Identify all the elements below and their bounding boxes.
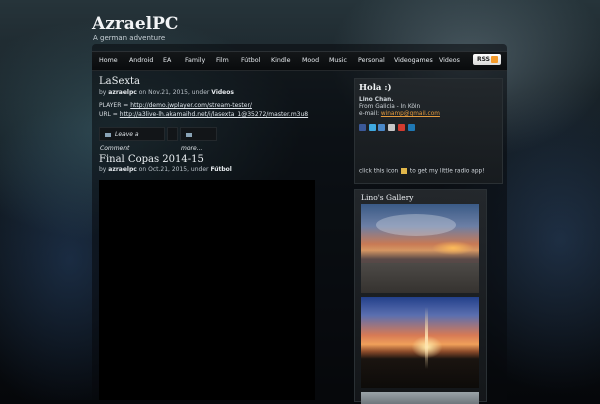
nav-item-personal[interactable]: Personal <box>358 57 385 64</box>
more-label: more... <box>181 145 203 152</box>
gallery-photo-third[interactable] <box>361 392 479 404</box>
radio-line: click this icon to get my little radio a… <box>359 168 485 175</box>
linkedin-icon[interactable] <box>408 124 415 131</box>
email-link[interactable]: winamp@gmail.com <box>381 111 440 117</box>
nav-item-music[interactable]: Music <box>329 57 347 64</box>
radio-text-after: to get my little radio app! <box>409 168 485 175</box>
nav-item-home[interactable]: Home <box>99 57 118 64</box>
meta-prefix: by <box>99 89 107 96</box>
gallery-title: Lino's Gallery <box>361 193 414 202</box>
hola-title: Hola :) <box>359 83 392 93</box>
author-location: From Galicia - In Köln <box>359 104 421 110</box>
photo-ground <box>361 263 479 293</box>
comment-icon <box>105 132 111 137</box>
twitter-icon[interactable] <box>369 124 376 131</box>
post-category[interactable]: Fútbol <box>210 166 231 173</box>
photo-cloud <box>376 214 456 236</box>
url-label: URL = <box>99 111 118 118</box>
leave-comment-button[interactable]: Leave a Comment <box>99 127 165 152</box>
facebook-icon[interactable] <box>359 124 366 131</box>
author-email-line: e-mail: winamp@gmail.com <box>359 111 440 117</box>
radio-text-before: click this icon <box>359 168 399 175</box>
rss-icon <box>491 56 498 63</box>
post-author[interactable]: azraelpc <box>108 166 137 173</box>
meta-date: on Nov.21, 2015, under <box>138 89 210 96</box>
post-meta: by azraelpc on Oct.21, 2015, under Fútbo… <box>99 166 232 173</box>
post-author[interactable]: azraelpc <box>108 89 137 96</box>
nav-item-videogames[interactable]: Videogames <box>394 57 433 64</box>
gallery-photo-sunset-field[interactable] <box>361 297 479 388</box>
photo-sunray <box>425 307 428 369</box>
post-title[interactable]: LaSexta <box>99 76 140 87</box>
nav-item-film[interactable]: Film <box>216 57 229 64</box>
nav-item-mood[interactable]: Mood <box>302 57 319 64</box>
player-link[interactable]: http://demo.jwplayer.com/stream-tester/ <box>130 102 252 109</box>
post-title[interactable]: Final Copas 2014-15 <box>99 154 204 165</box>
post-player-line: PLAYER = http://demo.jwplayer.com/stream… <box>99 102 252 109</box>
meta-prefix: by <box>99 166 107 173</box>
rss-label: RSS <box>477 56 490 63</box>
nav-item-kindle[interactable]: Kindle <box>271 57 291 64</box>
video-player[interactable] <box>99 180 315 400</box>
post-meta: by azraelpc on Nov.21, 2015, under Video… <box>99 89 234 96</box>
more-icon <box>186 132 192 137</box>
nav-item-family[interactable]: Family <box>185 57 205 64</box>
radio-icon[interactable] <box>401 168 408 174</box>
nav-item-ea[interactable]: EA <box>163 57 171 64</box>
post-category[interactable]: Videos <box>211 89 234 96</box>
mail-icon[interactable] <box>388 124 395 131</box>
tuenti-icon[interactable] <box>378 124 385 131</box>
youtube-icon[interactable] <box>398 124 405 131</box>
nav-item-android[interactable]: Android <box>129 57 153 64</box>
separator-button <box>167 127 178 141</box>
gallery-photo-sunset-clouds[interactable] <box>361 204 479 293</box>
meta-date: on Oct.21, 2015, under <box>138 166 209 173</box>
email-label: e-mail: <box>359 111 380 117</box>
nav-item-videos[interactable]: Videos <box>439 57 460 64</box>
rss-button[interactable]: RSS <box>473 54 501 65</box>
more-button[interactable]: more... <box>180 127 217 152</box>
stream-link[interactable]: http://a3live-lh.akamaihd.net/i/lasexta_… <box>120 111 308 118</box>
site-tagline: A german adventure <box>93 34 166 42</box>
site-title[interactable]: AzraelPC <box>92 14 178 34</box>
author-name: Lino Chan. <box>359 97 394 103</box>
nav-item-futbol[interactable]: Fútbol <box>241 57 260 64</box>
player-label: PLAYER = <box>99 102 129 109</box>
post-url-line: URL = http://a3live-lh.akamaihd.net/i/la… <box>99 111 308 118</box>
